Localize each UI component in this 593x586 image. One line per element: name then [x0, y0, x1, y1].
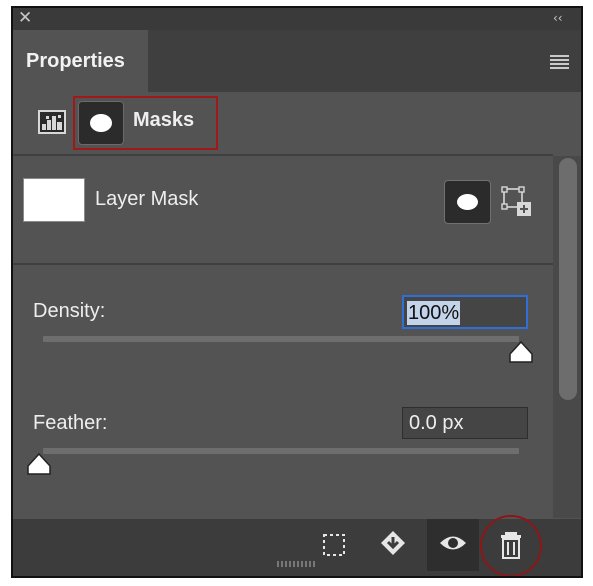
tab-properties[interactable]: Properties [13, 30, 148, 92]
resize-grip[interactable] [277, 561, 317, 567]
close-icon[interactable]: ✕ [18, 9, 34, 27]
density-value: 100% [407, 301, 461, 325]
vector-mask-icon[interactable] [501, 186, 533, 218]
density-input[interactable]: 100% [402, 295, 528, 329]
layer-mask-thumbnail[interactable] [23, 178, 85, 222]
tab-properties-label: Properties [26, 50, 125, 72]
eye-icon[interactable] [428, 519, 478, 571]
pixel-layer-icon[interactable] [38, 110, 66, 134]
mode-switch-row: Masks [13, 92, 581, 155]
feather-input[interactable]: 0.0 px [402, 407, 528, 439]
scrollbar-thumb[interactable] [559, 158, 577, 400]
tab-bar: Properties [13, 30, 581, 92]
apply-mask-icon[interactable] [368, 519, 418, 571]
feather-slider-thumb[interactable] [26, 452, 52, 476]
divider [13, 154, 553, 156]
bottom-toolbar [13, 515, 581, 576]
density-slider-thumb[interactable] [508, 340, 534, 364]
mask-icon[interactable] [78, 101, 124, 145]
layer-mask-label: Layer Mask [95, 188, 199, 210]
density-slider-track[interactable] [43, 336, 519, 342]
pixel-mask-icon[interactable] [444, 180, 491, 224]
properties-panel: ✕ ‹‹ Properties Masks Layer Mask Density… [11, 6, 583, 578]
feather-slider-track[interactable] [43, 448, 519, 454]
hamburger-menu-icon[interactable] [550, 55, 569, 69]
feather-label: Feather: [33, 412, 108, 434]
panel-title-bar: ✕ ‹‹ [13, 8, 581, 30]
collapse-icon[interactable]: ‹‹ [553, 9, 569, 27]
density-label: Density: [33, 300, 106, 322]
divider [13, 263, 553, 265]
masks-label: Masks [133, 109, 195, 131]
delete-annotation-highlight [480, 515, 542, 576]
